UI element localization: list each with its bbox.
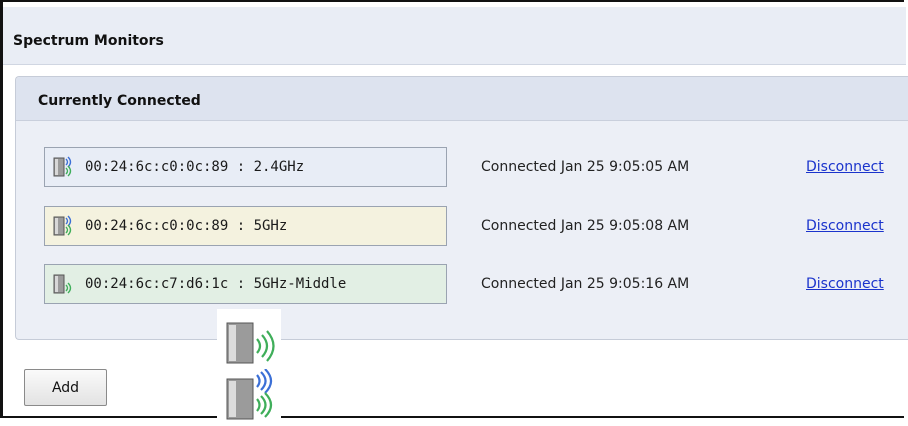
- access-point-signal-icon: [226, 368, 273, 420]
- page-title: Spectrum Monitors: [13, 33, 164, 49]
- monitor-chip[interactable]: 00:24:6c:c0:0c:89 : 2.4GHz: [44, 147, 447, 187]
- panel-title: Currently Connected: [38, 93, 201, 109]
- monitor-row: 00:24:6c:c0:0c:89 : 2.4GHz Connected Jan…: [44, 147, 904, 189]
- monitor-row: 00:24:6c:c0:0c:89 : 5GHz Connected Jan 2…: [44, 206, 904, 248]
- connection-status: Connected Jan 25 9:05:05 AM: [481, 159, 690, 175]
- connection-status: Connected Jan 25 9:05:08 AM: [481, 218, 690, 234]
- access-point-signal-icon: [53, 215, 72, 236]
- add-button[interactable]: Add: [24, 369, 107, 406]
- disconnect-link[interactable]: Disconnect: [806, 218, 884, 234]
- connected-panel: Currently Connected 00:24:6c:c0:0c:89 : …: [15, 76, 908, 340]
- connection-status: Connected Jan 25 9:05:16 AM: [481, 276, 690, 292]
- access-point-signal-icon: [53, 156, 72, 177]
- monitor-chip[interactable]: 00:24:6c:c7:d6:1c : 5GHz-Middle: [44, 264, 447, 304]
- panel-header: Currently Connected: [16, 77, 908, 121]
- access-point-signal-icon: [226, 322, 275, 364]
- access-point-signal-icon: [53, 274, 72, 294]
- disconnect-link[interactable]: Disconnect: [806, 276, 884, 292]
- monitor-label: 00:24:6c:c0:0c:89 : 2.4GHz: [85, 159, 305, 175]
- monitor-row: 00:24:6c:c7:d6:1c : 5GHz-Middle Connecte…: [44, 264, 904, 306]
- monitor-chip[interactable]: 00:24:6c:c0:0c:89 : 5GHz: [44, 206, 447, 246]
- monitor-label: 00:24:6c:c0:0c:89 : 5GHz: [85, 218, 288, 234]
- signal-legend-icon: [217, 309, 281, 369]
- page-header: Spectrum Monitors: [3, 7, 906, 65]
- monitor-label: 00:24:6c:c7:d6:1c : 5GHz-Middle: [85, 276, 347, 292]
- signal-legend-icon: [217, 368, 281, 422]
- disconnect-link[interactable]: Disconnect: [806, 159, 884, 175]
